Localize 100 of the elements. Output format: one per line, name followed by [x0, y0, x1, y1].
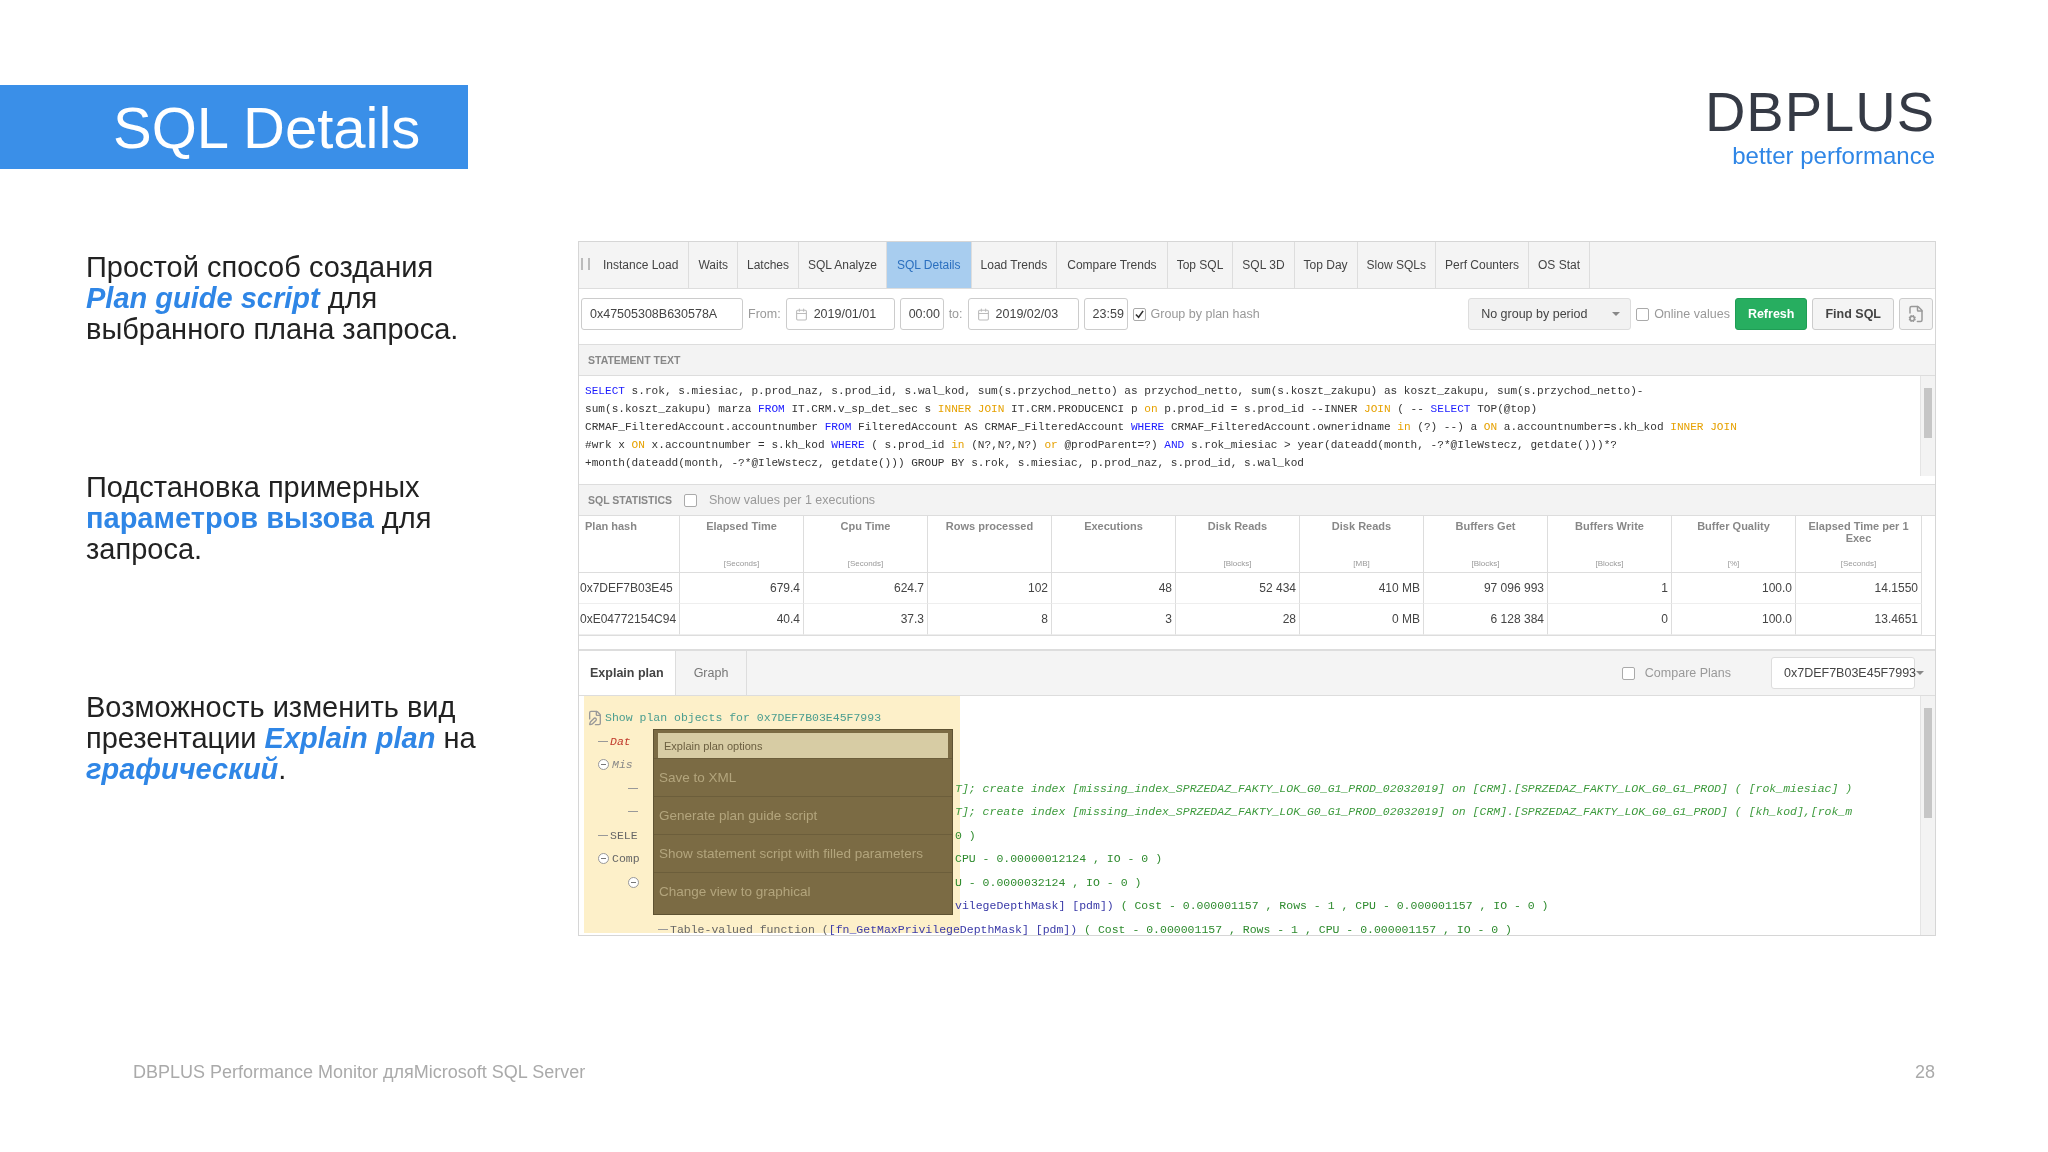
plan-node-text: SELE	[610, 828, 638, 842]
collapse-icon[interactable]	[598, 759, 609, 771]
sql-line: sum(s.koszt_zakupu) marza FROM IT.CRM.v_sp_det_sec s INNER JOIN IT.CRM.PRODUCENCI p on p.prod_id = s.prod_id --INNER JOIN ( -- SELECT TOP(@top)	[585, 402, 1539, 417]
plan-node-text: T]; create index [missing_index_SPRZEDAZ_FAKTY_LOK_G0_G1_PROD_02032019] on [CRM].[SPRZEDAZ_FAKTY_LOK_G0_G1_PROD] ( [kh_kod],[rok_m	[955, 805, 1853, 819]
table-cell: 52 434	[1176, 573, 1300, 604]
checkbox[interactable]	[684, 493, 697, 507]
column-header: Buffer Quality [%]	[1672, 516, 1796, 573]
column-header: Rows processed	[928, 516, 1052, 573]
table-cell: 102	[928, 573, 1052, 604]
plan-node-text: Show plan objects for 0x7DEF7B03E45F7993	[605, 711, 882, 725]
caret-icon	[1916, 671, 1925, 675]
tab[interactable]: Waits	[689, 242, 738, 288]
checkbox[interactable]	[1132, 307, 1146, 321]
find-sql-button[interactable]: Find SQL	[1812, 298, 1894, 330]
menu-title: Explain plan options	[658, 733, 948, 758]
sql-hash-field[interactable]: 0x47505308B630578A	[581, 298, 743, 330]
checkbox[interactable]	[1636, 307, 1650, 321]
checkbox[interactable]	[1621, 666, 1635, 680]
logo-tagline: better performance	[1732, 142, 1935, 170]
tab[interactable]: Compare Trends	[1057, 242, 1168, 288]
collapse-icon[interactable]	[628, 876, 639, 888]
from-label: From:	[748, 307, 781, 321]
table-cell: 40.4	[680, 604, 804, 635]
table-cell: 0x7DEF7B03E45	[579, 573, 680, 604]
from-date-field[interactable]: 2019/01/01	[785, 298, 895, 330]
plan-node-text: U - 0.0000032124 , IO - 0 )	[955, 875, 1142, 889]
calendar-icon	[976, 307, 990, 321]
checkbox-label: Group by plan hash	[1150, 307, 1260, 321]
checkbox-label: Online values	[1654, 307, 1730, 321]
sql-line: CRMAF_FilteredAccount.accountnumber FROM FilteredAccount AS CRMAF_FilteredAccount WHERE CRMAF_FilteredAccount.owneridname in (?) --) a ON a.accountnumber=s.kh_kod INNER JOIN	[585, 420, 1738, 435]
plan-node-text: T]; create index [missing_index_SPRZEDAZ_FAKTY_LOK_G0_G1_PROD_02032019] on [CRM].[SPRZEDAZ_FAKTY_LOK_G0_G1_PROD] ( [rok_miesiac] )	[955, 781, 1853, 795]
note-text: Подстановка примерных параметров вызова для запроса.	[86, 472, 433, 565]
sql-line: #wrk x ON x.accountnumber = s.kh_kod WHERE ( s.prod_id in (N?,N?,N?) or @prodParent=?) AND s.rok_miesiac > year(dateadd(month, -?*@IleWstecz, getdate()))*?	[585, 438, 1618, 453]
calendar-icon	[794, 307, 808, 321]
tab[interactable]: Load Trends	[971, 242, 1058, 288]
note-text: Возможность изменить вид презентации Explain plan на графический.	[86, 692, 477, 785]
tab[interactable]: Instance Load	[593, 242, 690, 288]
section-title: SQL STATISTICS	[588, 494, 672, 506]
plan-node-text: Dat	[610, 734, 631, 748]
document-icon	[1907, 305, 1925, 323]
table-cell: 0 MB	[1300, 604, 1424, 635]
tab[interactable]: SQL Analyze	[799, 242, 887, 288]
table-cell: 0	[1548, 604, 1672, 635]
tab[interactable]: OS Stat	[1529, 242, 1591, 288]
tab[interactable]: Perf Counters	[1435, 242, 1529, 288]
sql-line: +month(dateadd(month, -?*@IleWstecz, getdate())) GROUP BY s.rok, s.miesiac, p.prod_naz, s.prod_id, s.wal_kod	[585, 456, 1305, 471]
tab[interactable]: Explain plan	[579, 651, 676, 695]
table-cell: 1	[1548, 573, 1672, 604]
slide-title: SQL Details	[0, 85, 468, 169]
column-header: Plan hash	[579, 516, 680, 573]
column-header: Disk Reads [Blocks]	[1176, 516, 1300, 573]
plan-node-text: CPU - 0.00000012124 , IO - 0 )	[955, 852, 1163, 866]
plan-node-text: Mis	[612, 758, 633, 772]
caret-icon	[1612, 312, 1621, 316]
from-time-field[interactable]: 00:00	[899, 298, 944, 330]
scrollbar[interactable]	[1920, 696, 1935, 935]
checkbox-label: Show values per 1 executions	[709, 493, 876, 507]
tab[interactable]: Latches	[737, 242, 799, 288]
table-cell: 0xE04772154C94	[579, 604, 680, 635]
table-cell: 8	[928, 604, 1052, 635]
column-header: Buffers Write [Blocks]	[1548, 516, 1672, 573]
to-time-field[interactable]: 23:59	[1083, 298, 1128, 330]
table-cell: 28	[1176, 604, 1300, 635]
grip-handle[interactable]	[581, 258, 590, 270]
table-cell: 624.7	[804, 573, 928, 604]
scrollbar[interactable]	[1920, 376, 1935, 476]
to-label: to:	[948, 307, 963, 321]
plan-node-text: Table-valued function ([fn_GetMaxPrivilegeDepthMask] [pdm]) ( Cost - 0.000001157 , Rows - 1 , CPU - 0.000001157 , IO - 0 )	[670, 922, 1512, 935]
note-text: Простой способ создания Plan guide script для выбранного плана запроса.	[86, 252, 460, 345]
table-cell: 48	[1052, 573, 1176, 604]
collapse-icon[interactable]	[598, 853, 609, 865]
plan-node-text: vilegeDepthMask] [pdm]) ( Cost - 0.000001157 , Rows - 1 , CPU - 0.000001157 , IO - 0 )	[955, 899, 1549, 913]
column-header: Cpu Time [Seconds]	[804, 516, 928, 573]
plan-node-text: 0 )	[955, 828, 976, 842]
footer-text: DBPLUS Performance Monitor дляMicrosoft SQL Server	[133, 1062, 586, 1083]
table-cell: 100.0	[1672, 604, 1796, 635]
table-cell: 100.0	[1672, 573, 1796, 604]
column-header: Elapsed Time [Seconds]	[680, 516, 804, 573]
tab[interactable]: Slow SQLs	[1357, 242, 1436, 288]
period-dropdown[interactable]: No group by period	[1468, 298, 1632, 330]
table-cell: 97 096 993	[1424, 573, 1548, 604]
plan-node-text: Comp	[612, 852, 640, 866]
tab[interactable]: Graph	[675, 651, 748, 695]
to-date-field[interactable]: 2019/02/03	[967, 298, 1079, 330]
section-title: STATEMENT TEXT	[588, 354, 681, 366]
tab[interactable]: Top SQL	[1167, 242, 1234, 288]
column-header: Buffers Get [Blocks]	[1424, 516, 1548, 573]
column-header: Elapsed Time per 1 Exec [Seconds]	[1796, 516, 1922, 573]
checkbox-label: Compare Plans	[1644, 666, 1731, 680]
column-header: Executions	[1052, 516, 1176, 573]
column-header: Disk Reads [MB]	[1300, 516, 1424, 573]
document-button[interactable]	[1899, 298, 1933, 330]
tab[interactable]: Top Day	[1294, 242, 1358, 288]
tab[interactable]: SQL 3D	[1233, 242, 1295, 288]
table-cell: 14.1550	[1796, 573, 1922, 604]
table-cell: 410 MB	[1300, 573, 1424, 604]
table-cell: 679.4	[680, 573, 804, 604]
logo-name: DBPLUS	[1704, 84, 1935, 140]
table-cell: 37.3	[804, 604, 928, 635]
page-number: 28	[1914, 1062, 1935, 1083]
